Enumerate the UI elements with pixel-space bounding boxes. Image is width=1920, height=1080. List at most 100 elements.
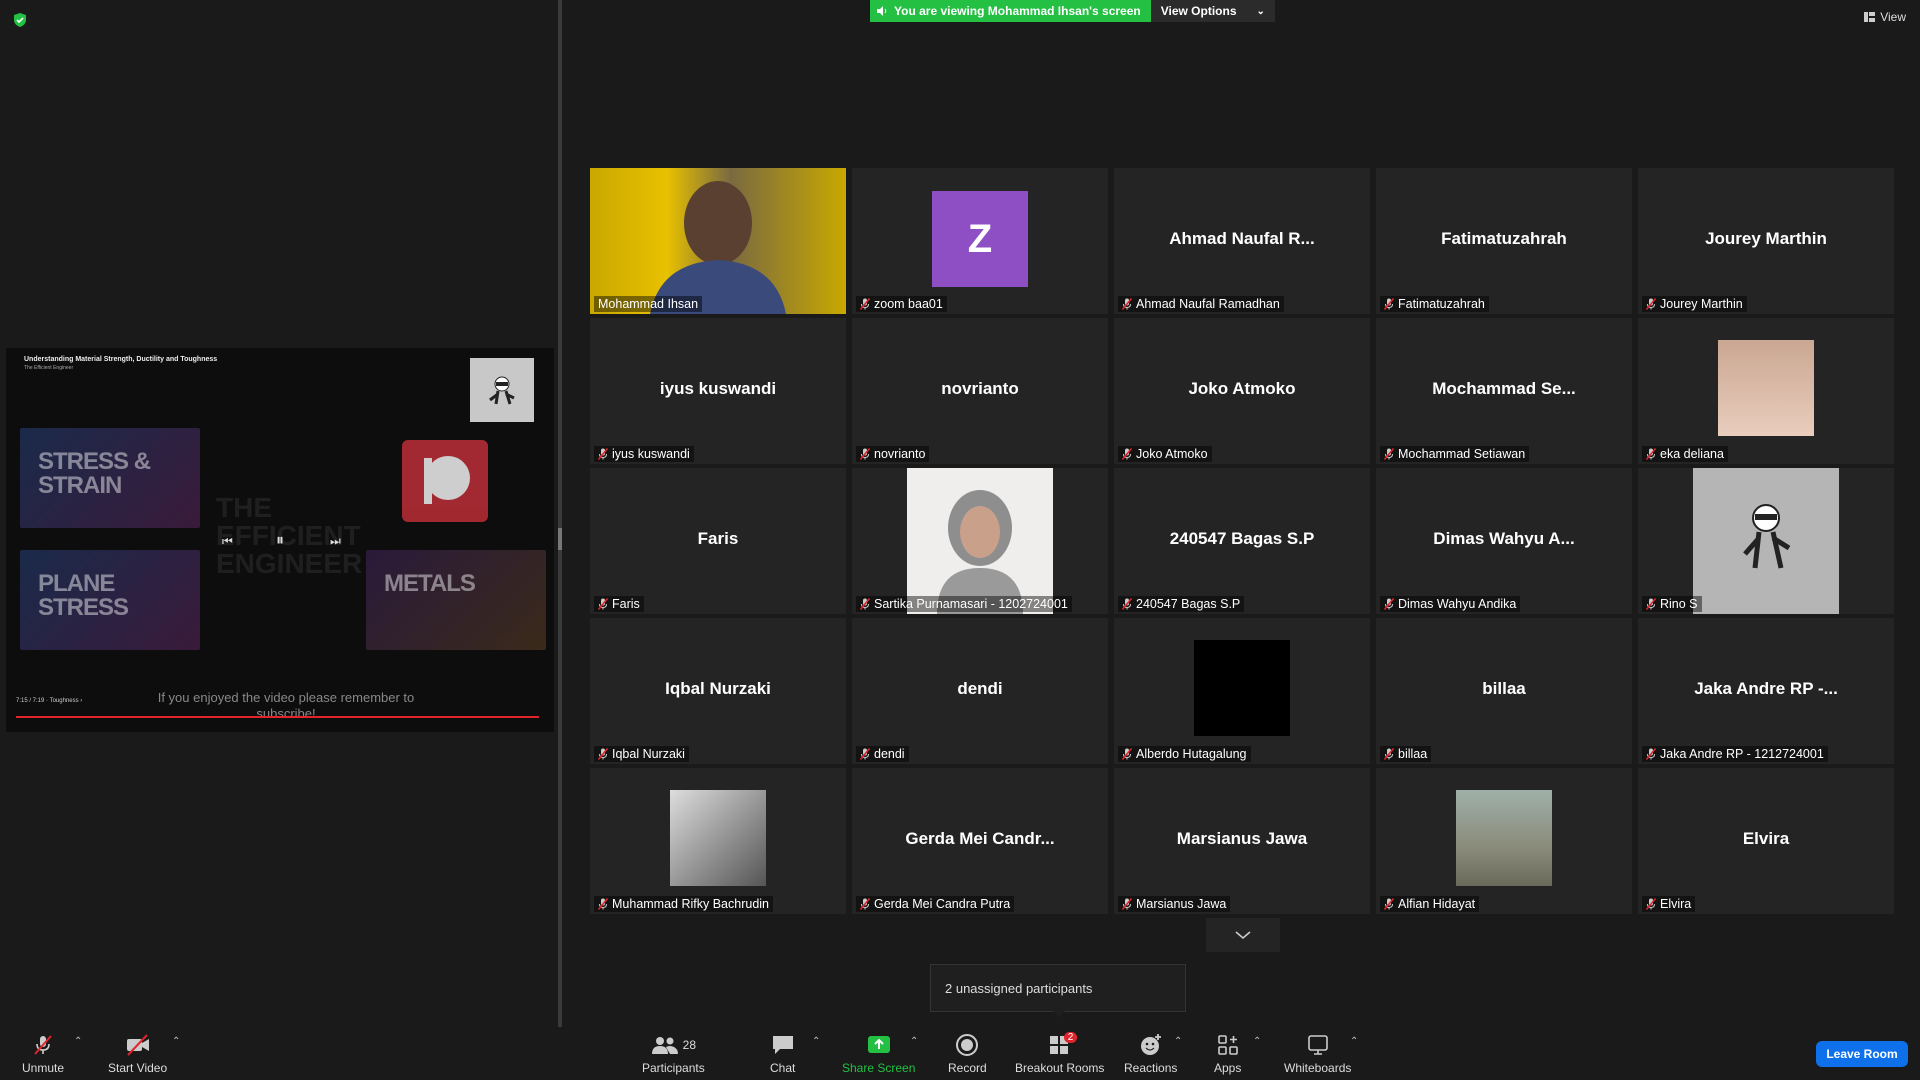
- participant-tile[interactable]: Alfian Hidayat: [1376, 768, 1632, 914]
- participants-icon: [651, 1037, 678, 1054]
- reactions-button[interactable]: Reactions: [1124, 1032, 1177, 1075]
- next-icon[interactable]: ⏭: [330, 534, 341, 549]
- view-options-label: View Options: [1160, 4, 1237, 18]
- participant-name-label: Gerda Mei Candra Putra: [856, 896, 1015, 912]
- participant-tile[interactable]: Mochammad Se... Mochammad Setiawan: [1376, 318, 1632, 464]
- participant-name-label: Jaka Andre RP - 1212724001: [1642, 746, 1828, 762]
- participant-name: Ahmad Naufal Ramadhan: [1136, 297, 1280, 311]
- participant-name: Iqbal Nurzaki: [612, 747, 685, 761]
- avatar: Z: [932, 191, 1028, 287]
- muted-mic-icon: [1646, 448, 1656, 460]
- participant-name: Alfian Hidayat: [1398, 897, 1476, 911]
- audio-options-caret[interactable]: ⌃: [74, 1036, 82, 1047]
- view-options-button[interactable]: View Options ⌄: [1150, 0, 1275, 22]
- pause-icon[interactable]: ⏸: [276, 532, 284, 550]
- view-button[interactable]: View: [1864, 10, 1906, 24]
- split-divider[interactable]: [558, 0, 562, 1027]
- unmute-button[interactable]: Unmute: [22, 1032, 64, 1075]
- video-time: 7:15 / 7:19 · Toughness ›: [16, 698, 83, 704]
- participant-photo: [670, 790, 766, 886]
- whiteboards-options-caret[interactable]: ⌃: [1350, 1036, 1358, 1047]
- participant-display-name: Iqbal Nurzaki: [665, 679, 771, 698]
- participant-name-label: Muhammad Rifky Bachrudin: [594, 896, 774, 912]
- participant-name-label: eka deliana: [1642, 446, 1728, 462]
- muted-mic-icon: [1122, 598, 1132, 610]
- participant-photo: [1718, 340, 1814, 436]
- chat-options-caret[interactable]: ⌃: [812, 1036, 820, 1047]
- participant-tile[interactable]: dendi dendi: [852, 618, 1108, 764]
- start-video-button[interactable]: Start Video: [108, 1032, 167, 1075]
- participant-video: [590, 168, 846, 314]
- video-progress-bar[interactable]: [16, 716, 539, 718]
- share-options-caret[interactable]: ⌃: [910, 1036, 918, 1047]
- participant-tile[interactable]: Elvira Elvira: [1638, 768, 1894, 914]
- participants-button[interactable]: 28 Participants: [642, 1032, 705, 1075]
- participant-name: Faris: [612, 597, 640, 611]
- participant-tile[interactable]: Jourey Marthin Jourey Marthin: [1638, 168, 1894, 314]
- record-button[interactable]: Record: [948, 1032, 987, 1075]
- whiteboards-label: Whiteboards: [1284, 1061, 1352, 1075]
- security-shield-icon[interactable]: [12, 12, 28, 28]
- video-options-caret[interactable]: ⌃: [172, 1036, 180, 1047]
- participant-tile[interactable]: billaa billaa: [1376, 618, 1632, 764]
- participant-display-name: Marsianus Jawa: [1176, 829, 1308, 848]
- participant-tile[interactable]: Iqbal Nurzaki Iqbal Nurzaki: [590, 618, 846, 764]
- participant-name: Joko Atmoko: [1136, 447, 1208, 461]
- participant-tile[interactable]: Ahmad Naufal R... Ahmad Naufal Ramadhan: [1114, 168, 1370, 314]
- breakout-rooms-button[interactable]: 2 Breakout Rooms: [1015, 1032, 1104, 1075]
- participant-name: 240547 Bagas S.P: [1136, 597, 1241, 611]
- viewing-indicator: You are viewing Mohammad Ihsan's screen: [870, 0, 1151, 22]
- participant-name: Sartika Purnamasari - 1202724001: [874, 597, 1068, 611]
- chat-icon: [772, 1036, 793, 1054]
- participant-tile[interactable]: Faris Faris: [590, 468, 846, 614]
- muted-mic-icon: [1384, 448, 1394, 460]
- participant-tile[interactable]: iyus kuswandi iyus kuswandi: [590, 318, 846, 464]
- grid-view-icon: [1864, 12, 1876, 22]
- participant-name: Fatimatuzahrah: [1398, 297, 1485, 311]
- participant-tile[interactable]: 240547 Bagas S.P 240547 Bagas S.P: [1114, 468, 1370, 614]
- muted-mic-icon: [1122, 448, 1132, 460]
- scroll-down-button[interactable]: [1206, 918, 1280, 952]
- previous-icon[interactable]: ⏮: [222, 534, 233, 549]
- leave-room-button[interactable]: Leave Room: [1816, 1041, 1908, 1067]
- participant-name-label: 240547 Bagas S.P: [1118, 596, 1245, 612]
- tile-text: STRESS & STRAIN: [38, 448, 151, 499]
- participant-display-name: novrianto: [941, 379, 1019, 398]
- participant-tile[interactable]: Muhammad Rifky Bachrudin: [590, 768, 846, 914]
- participant-tile[interactable]: Sartika Purnamasari - 1202724001: [852, 468, 1108, 614]
- participant-name: Dimas Wahyu Andika: [1398, 597, 1517, 611]
- share-screen-button[interactable]: Share Screen: [842, 1032, 915, 1075]
- participant-name: Jourey Marthin: [1660, 297, 1743, 311]
- participant-display-name: Joko Atmoko: [1188, 379, 1296, 398]
- participant-name-label: novrianto: [856, 446, 930, 462]
- participant-tile[interactable]: Marsianus Jawa Marsianus Jawa: [1114, 768, 1370, 914]
- participant-tile[interactable]: Gerda Mei Candr... Gerda Mei Candra Putra: [852, 768, 1108, 914]
- shared-screen[interactable]: Understanding Material Strength, Ductili…: [6, 348, 554, 732]
- participant-tile[interactable]: Zzoom baa01: [852, 168, 1108, 314]
- channel-watermark: THE EFFICIENT ENGINEER: [216, 492, 363, 579]
- participant-name-label: dendi: [856, 746, 909, 762]
- participant-tile[interactable]: Alberdo Hutagalung: [1114, 618, 1370, 764]
- participant-tile[interactable]: eka deliana: [1638, 318, 1894, 464]
- reactions-options-caret[interactable]: ⌃: [1174, 1036, 1182, 1047]
- participant-tile[interactable]: Dimas Wahyu A... Dimas Wahyu Andika: [1376, 468, 1632, 614]
- participant-tile[interactable]: Fatimatuzahrah Fatimatuzahrah: [1376, 168, 1632, 314]
- muted-mic-icon: [1384, 298, 1394, 310]
- chat-button[interactable]: Chat: [770, 1032, 795, 1075]
- whiteboards-button[interactable]: Whiteboards: [1284, 1032, 1351, 1075]
- participant-name: Rino S: [1660, 597, 1698, 611]
- participant-display-name: Jaka Andre RP -...: [1694, 679, 1838, 698]
- divider-handle[interactable]: [558, 528, 562, 550]
- leave-room-label: Leave Room: [1826, 1047, 1898, 1061]
- participant-name: dendi: [874, 747, 905, 761]
- unassigned-participants-popup[interactable]: 2 unassigned participants: [930, 964, 1186, 1018]
- participant-tile[interactable]: Mohammad Ihsan: [590, 168, 846, 314]
- screen-share-banner: You are viewing Mohammad Ihsan's screen …: [870, 0, 1275, 22]
- participant-tile[interactable]: novrianto novrianto: [852, 318, 1108, 464]
- participant-tile[interactable]: Rino S: [1638, 468, 1894, 614]
- patreon-logo: [402, 440, 488, 522]
- apps-button[interactable]: Apps: [1214, 1032, 1241, 1075]
- participant-tile[interactable]: Joko Atmoko Joko Atmoko: [1114, 318, 1370, 464]
- participant-tile[interactable]: Jaka Andre RP -... Jaka Andre RP - 121272…: [1638, 618, 1894, 764]
- apps-options-caret[interactable]: ⌃: [1253, 1036, 1261, 1047]
